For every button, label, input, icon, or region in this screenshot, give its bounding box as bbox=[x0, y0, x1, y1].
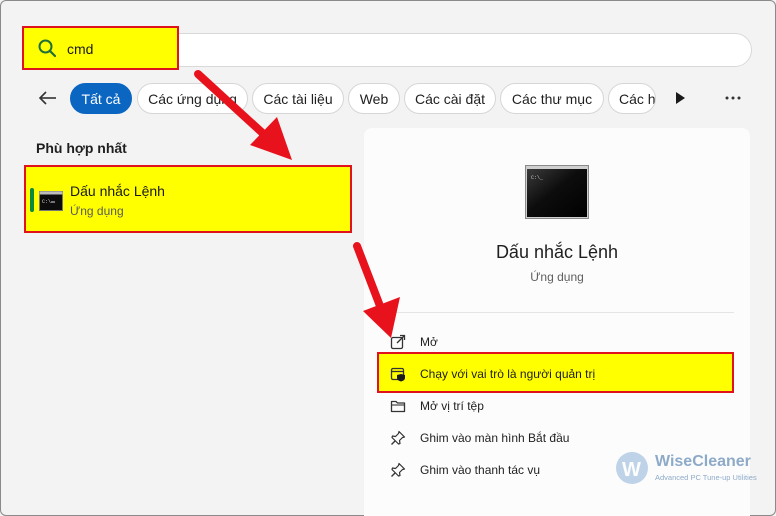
open-external-icon bbox=[390, 334, 406, 350]
play-right-icon bbox=[676, 92, 685, 104]
tab-web[interactable]: Web bbox=[348, 83, 400, 114]
detail-divider bbox=[378, 312, 734, 313]
best-match-type: Ứng dụng bbox=[70, 204, 124, 218]
best-match-result[interactable] bbox=[24, 165, 352, 233]
action-run-as-admin[interactable]: Chạy với vai trò là người quản trị bbox=[390, 363, 595, 385]
action-pin-to-taskbar[interactable]: Ghim vào thanh tác vụ bbox=[390, 459, 540, 481]
shield-admin-icon bbox=[390, 367, 405, 382]
action-open[interactable]: Mở bbox=[390, 331, 438, 353]
action-open-file-location[interactable]: Mở vị trí tệp bbox=[390, 395, 484, 417]
action-open-label: Mở bbox=[420, 335, 438, 349]
search-icon bbox=[38, 39, 57, 58]
detail-app-type: Ứng dụng bbox=[530, 270, 584, 284]
pin-icon bbox=[391, 430, 406, 445]
watermark-brand: WiseCleaner bbox=[655, 453, 751, 470]
back-arrow-icon bbox=[38, 91, 56, 105]
action-open-file-location-label: Mở vị trí tệp bbox=[420, 399, 484, 413]
action-pin-to-start[interactable]: Ghim vào màn hình Bắt đầu bbox=[390, 427, 569, 449]
pin-icon bbox=[391, 462, 406, 477]
selection-indicator bbox=[30, 188, 34, 212]
tab-folders[interactable]: Các thư mục bbox=[500, 83, 604, 114]
tab-apps[interactable]: Các ứng dụng bbox=[137, 83, 248, 114]
more-options-button[interactable] bbox=[720, 88, 746, 108]
search-input[interactable] bbox=[67, 39, 177, 59]
svg-text:W: W bbox=[622, 459, 641, 481]
command-prompt-icon: C:\ bbox=[39, 191, 63, 211]
scroll-tabs-button[interactable] bbox=[670, 88, 690, 108]
best-match-heading: Phù hợp nhất bbox=[36, 140, 127, 156]
tab-documents[interactable]: Các tài liệu bbox=[252, 83, 344, 114]
detail-app-name: Dấu nhắc Lệnh bbox=[495, 242, 619, 262]
action-pin-to-start-label: Ghim vào màn hình Bắt đầu bbox=[420, 431, 570, 445]
svg-text:C:\: C:\ bbox=[42, 199, 51, 205]
best-match-name: Dấu nhắc Lệnh bbox=[70, 183, 165, 199]
tab-more-truncated[interactable]: Các h bbox=[608, 83, 656, 114]
ellipsis-icon bbox=[725, 96, 741, 100]
svg-text:C:\_: C:\_ bbox=[531, 175, 544, 181]
action-pin-to-taskbar-label: Ghim vào thanh tác vụ bbox=[420, 463, 541, 477]
back-button[interactable] bbox=[35, 86, 61, 110]
watermark-tagline: Advanced PC Tune-up Utilities bbox=[655, 473, 757, 482]
tab-all[interactable]: Tất cả bbox=[70, 83, 132, 114]
tab-settings[interactable]: Các cài đặt bbox=[404, 83, 496, 114]
action-run-as-admin-label: Chạy với vai trò là người quản trị bbox=[420, 367, 596, 381]
command-prompt-large-icon: C:\_ bbox=[525, 165, 589, 219]
folder-icon bbox=[390, 400, 406, 413]
